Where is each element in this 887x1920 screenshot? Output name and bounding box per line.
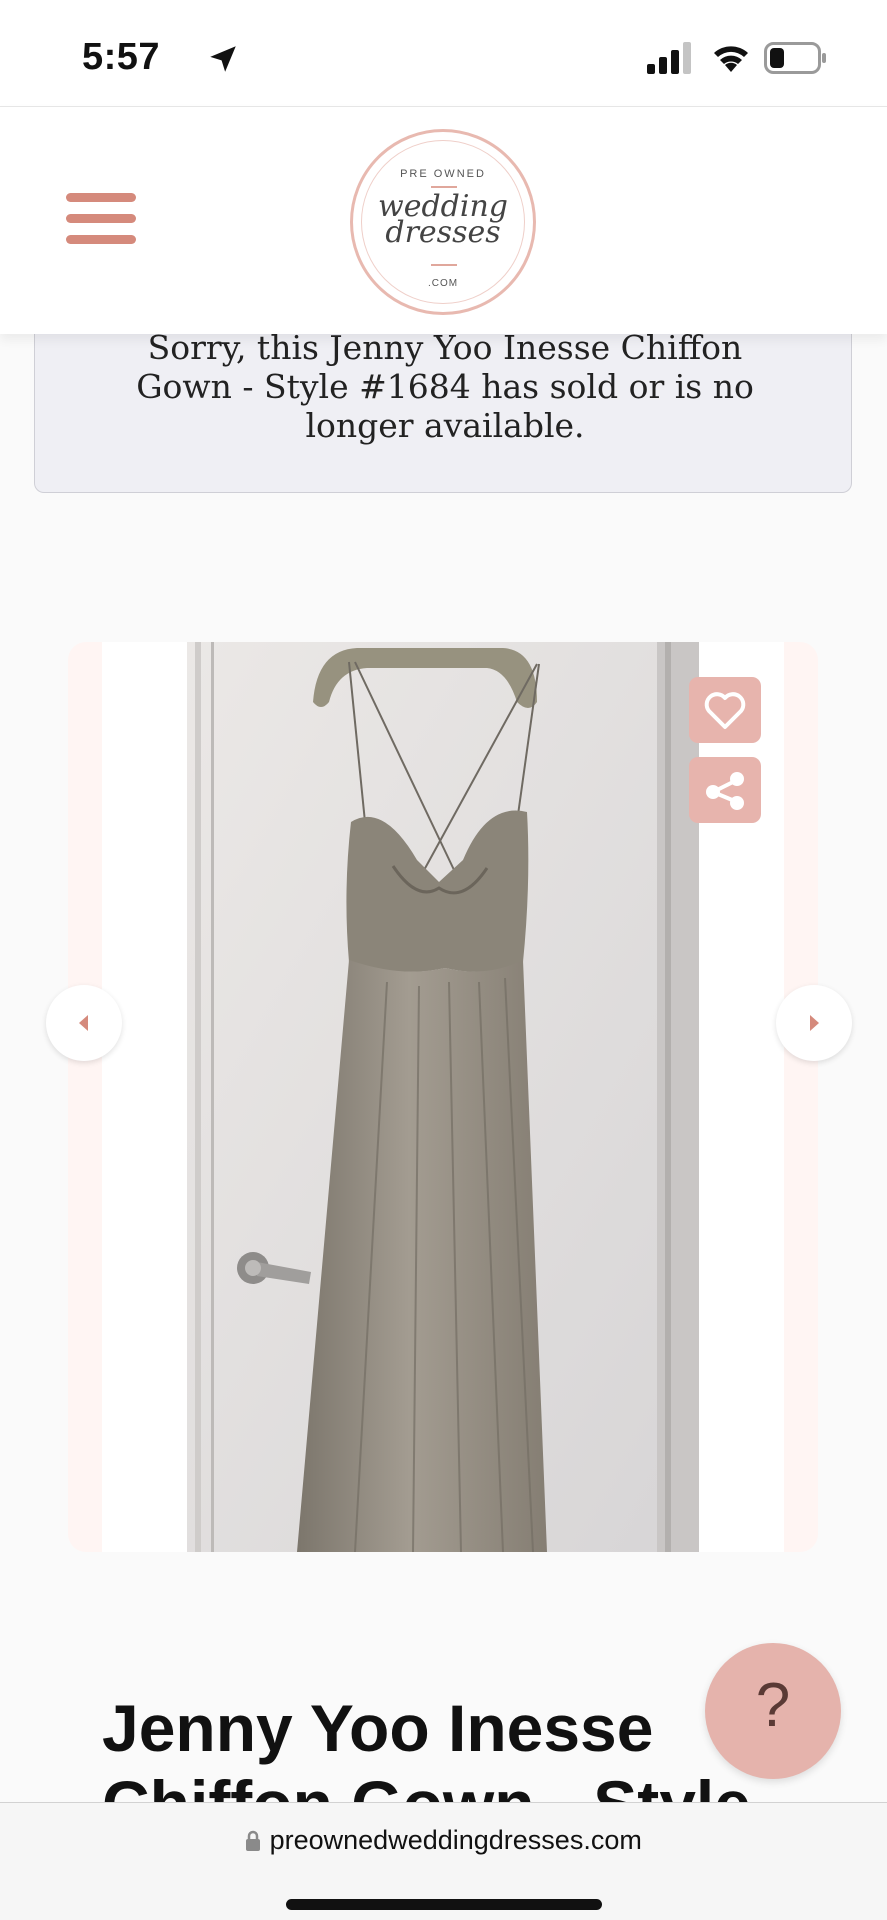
logo-divider [431,186,457,188]
sold-notice-text: Sorry, this Jenny Yoo Inesse Chiffon Gow… [136,328,754,445]
chevron-left-icon [79,1015,88,1031]
favorite-button[interactable] [689,677,761,743]
logo-top-text: PRE OWNED [400,168,486,180]
site-logo[interactable]: PRE OWNED wedding dresses .COM [350,129,536,315]
previous-image-button[interactable] [46,985,122,1061]
heart-icon [704,692,746,729]
lock-icon [246,1830,261,1851]
chevron-right-icon [810,1015,819,1031]
cellular-signal-icon [647,42,691,74]
share-button[interactable] [689,757,761,823]
logo-divider [431,264,457,266]
share-icon [706,772,744,810]
home-indicator[interactable] [286,1899,602,1910]
hamburger-menu-icon[interactable] [66,193,138,249]
location-arrow-icon [210,46,236,72]
logo-bottom-text: .COM [427,278,459,289]
next-image-button[interactable] [776,985,852,1061]
url-text: preownedweddingdresses.com [269,1825,642,1855]
browser-address-bar[interactable]: preownedweddingdresses.com [0,1802,887,1920]
battery-icon [764,42,826,74]
site-header: PRE OWNED wedding dresses .COM [0,106,887,334]
logo-wordmark: wedding dresses [353,192,533,248]
status-bar: 5:57 [0,0,887,106]
url-row[interactable]: preownedweddingdresses.com [0,1825,887,1867]
help-button-label: ? [755,1671,791,1740]
wifi-icon [714,46,748,72]
status-time: 5:57 [82,36,161,78]
help-button[interactable]: ? [705,1643,841,1779]
product-photo[interactable] [187,642,699,1552]
